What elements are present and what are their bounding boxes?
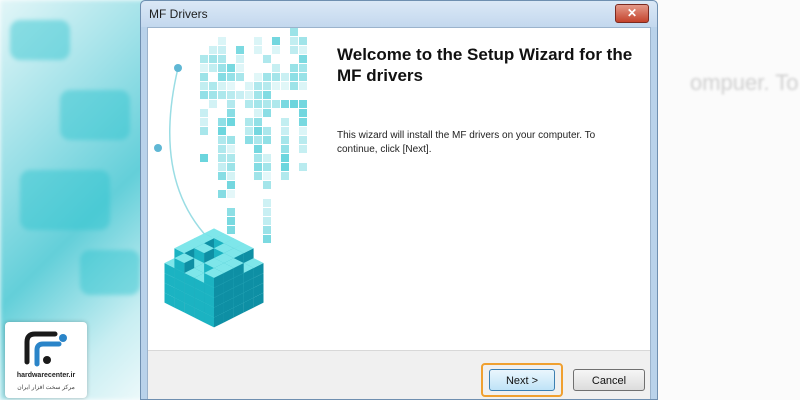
cancel-button[interactable]: Cancel (573, 369, 645, 391)
close-icon: ✕ (626, 6, 638, 20)
wizard-client-area: Welcome to the Setup Wizard for the MF d… (147, 27, 651, 399)
background-faded-text: ompuer. To (690, 70, 799, 95)
window-title: MF Drivers (149, 7, 208, 21)
wizard-description: This wizard will install the MF drivers … (337, 130, 596, 155)
hardwarecenter-logo: hardwarecenter.ir مرکز سخت افزار ایران (5, 322, 87, 398)
setup-wizard-window: MF Drivers ✕ Welcome to the Setup Wizard… (140, 0, 658, 400)
logo-tagline: مرکز سخت افزار ایران (17, 385, 75, 391)
wizard-heading: Welcome to the Setup Wizard for the MF d… (337, 45, 633, 85)
logo-site-name: hardwarecenter.ir (16, 372, 76, 379)
teal-cube-graphic-icon (148, 28, 313, 346)
logo-mark-icon (24, 331, 67, 367)
next-button[interactable]: Next > (489, 369, 555, 391)
desktop-background-right (655, 0, 800, 400)
button-bar: Next > Cancel (148, 350, 650, 399)
close-button[interactable]: ✕ (615, 4, 649, 23)
title-bar[interactable]: MF Drivers ✕ (141, 1, 657, 27)
